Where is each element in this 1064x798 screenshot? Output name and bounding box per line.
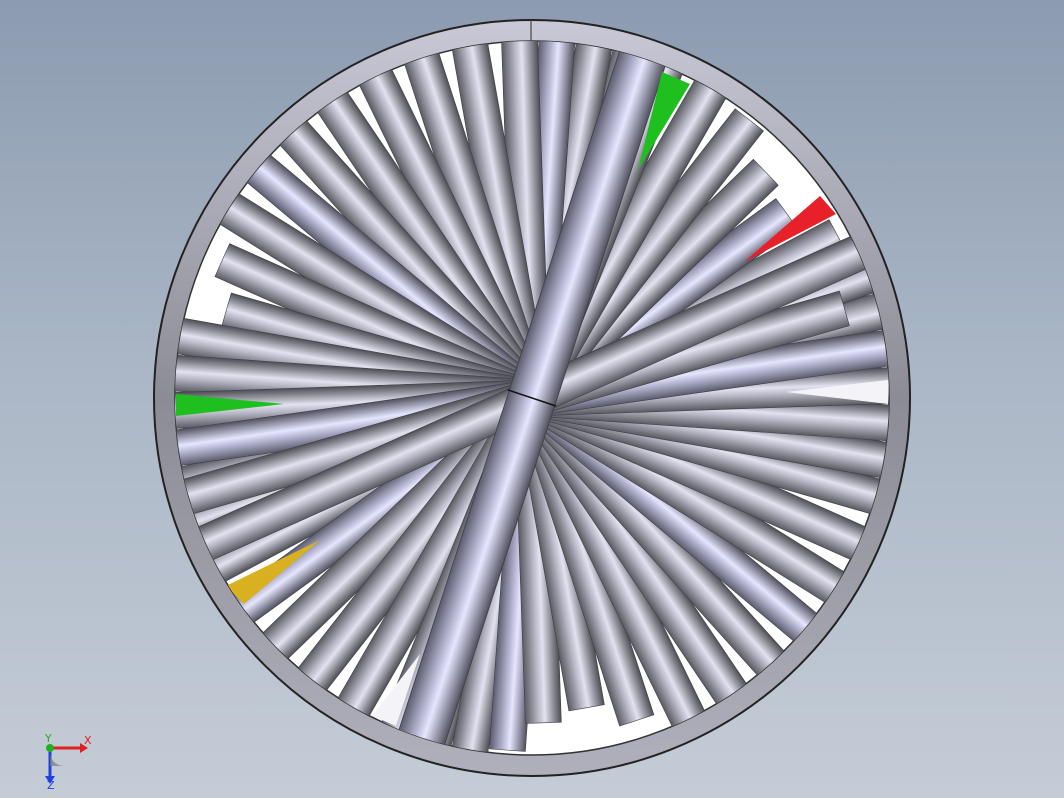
- cylinder-rod-bundle-model[interactable]: [0, 0, 1064, 798]
- x-axis-label: X: [84, 734, 92, 747]
- 3d-viewport[interactable]: X Y Z: [0, 0, 1064, 798]
- axis-triad: X Y Z: [44, 732, 92, 790]
- y-axis-label: Y: [44, 732, 52, 745]
- z-axis-label: Z: [47, 779, 55, 790]
- triad-plane-icon: [50, 752, 64, 766]
- y-axis-dot: [46, 744, 54, 752]
